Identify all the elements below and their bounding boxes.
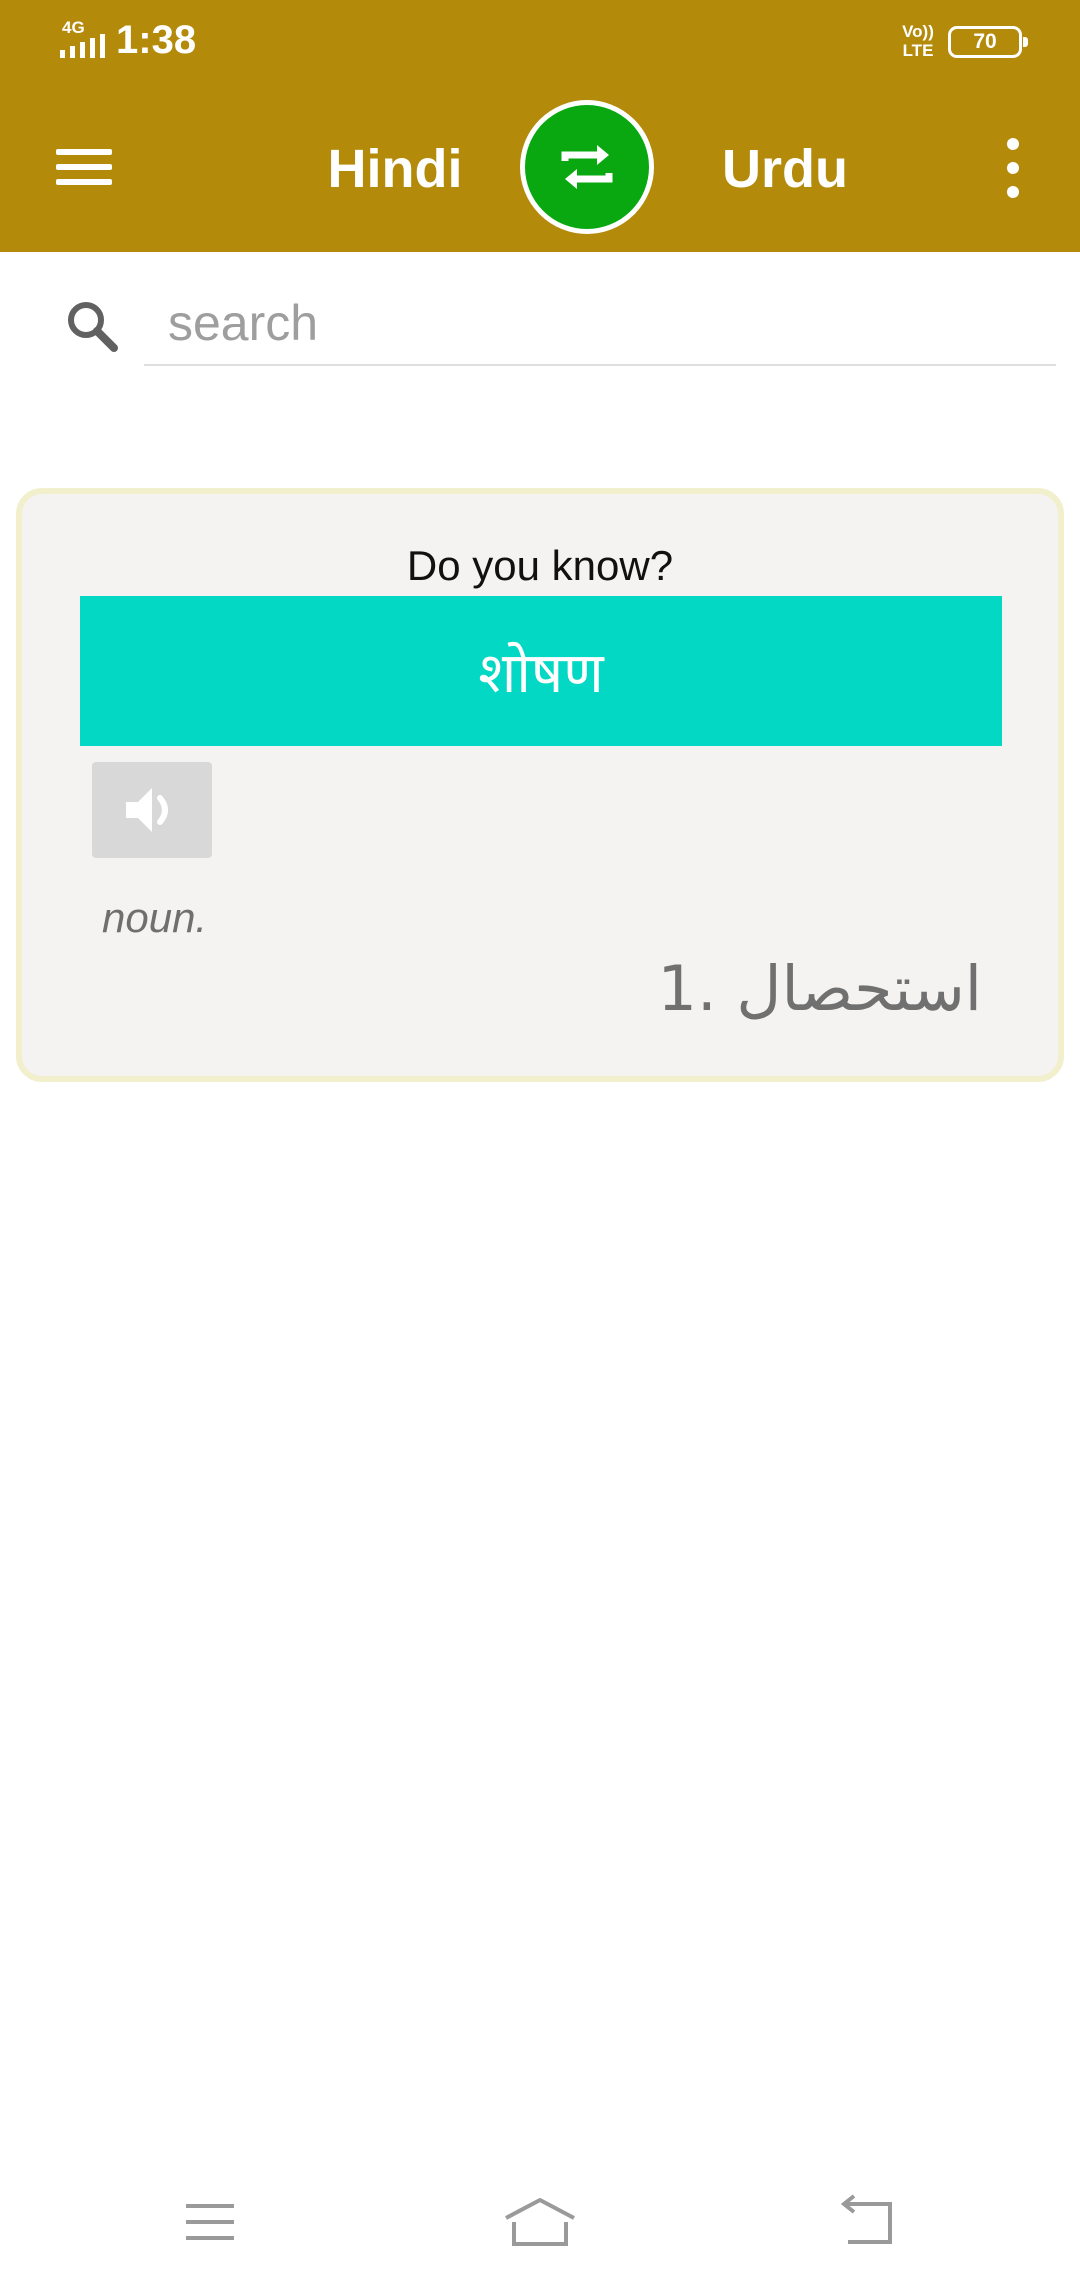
battery-indicator: 70 [948,26,1028,58]
word-of-the-day-card: Do you know? शोषण noun. 1. استحصال [16,488,1064,1082]
status-bar: 4G 1:38 Vo)) LTE 70 [0,0,1080,84]
top-bar: 4G 1:38 Vo)) LTE 70 Hindi Urdu [0,0,1080,252]
back-icon [840,2194,892,2244]
back-button[interactable] [828,2190,908,2254]
more-options-button[interactable] [1000,136,1028,200]
card-title: Do you know? [406,542,674,589]
battery-level: 70 [973,30,997,53]
app-bar: Hindi Urdu [0,84,1080,252]
play-pronunciation-button[interactable] [92,762,212,858]
search-icon [68,302,118,352]
swap-arrows-icon [561,145,613,189]
source-language-selector[interactable]: Hindi [300,134,490,204]
recents-icon [186,2204,234,2240]
system-navigation-bar [0,2160,1080,2280]
meaning-item: 1. استحصال [657,952,982,1025]
hamburger-menu-button[interactable] [50,139,118,195]
featured-word: शोषण [478,641,604,706]
recents-button[interactable] [172,2190,252,2254]
swap-languages-button[interactable] [520,100,654,234]
clock: 1:38 [116,18,197,62]
speaker-icon [126,788,168,832]
home-icon [505,2198,575,2246]
home-button[interactable] [500,2190,580,2254]
signal-icon: 4G [58,18,108,60]
search-input[interactable] [144,282,1056,366]
volte-indicator: Vo)) LTE [902,22,934,60]
part-of-speech: noun. [102,894,208,941]
search-bar [0,252,1080,402]
word-banner[interactable]: शोषण [80,596,1002,746]
target-language-selector[interactable]: Urdu [690,134,880,204]
